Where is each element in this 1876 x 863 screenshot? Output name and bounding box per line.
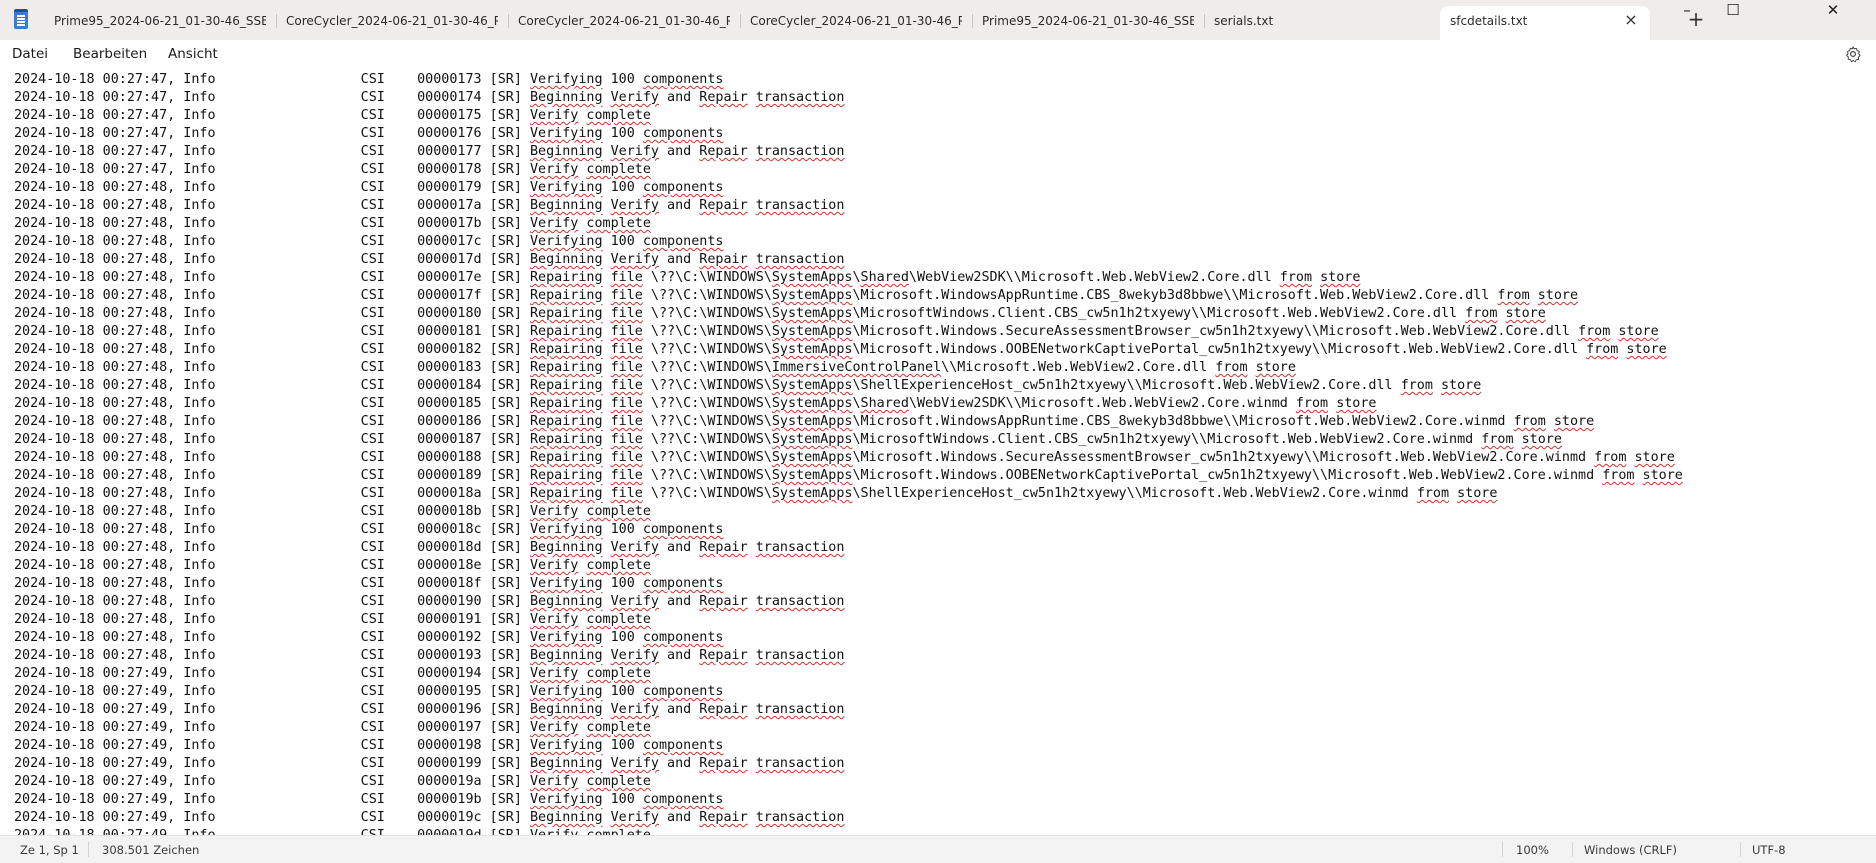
log-line: 2024-10-18 00:27:48, Info CSI 0000017d […: [14, 252, 845, 267]
log-line: 2024-10-18 00:27:47, Info CSI 00000175 […: [14, 108, 651, 123]
text-content[interactable]: 2024-10-18 00:27:47, Info CSI 00000173 […: [14, 71, 1683, 835]
log-line: 2024-10-18 00:27:48, Info CSI 00000193 […: [14, 648, 845, 663]
log-line: 2024-10-18 00:27:48, Info CSI 00000192 […: [14, 630, 724, 645]
log-line: 2024-10-18 00:27:48, Info CSI 00000184 […: [14, 378, 1482, 393]
menu-bar: Datei Bearbeiten Ansicht: [0, 40, 1876, 71]
log-line: 2024-10-18 00:27:48, Info CSI 00000189 […: [14, 468, 1683, 483]
log-line: 2024-10-18 00:27:48, Info CSI 0000018d […: [14, 540, 845, 555]
tab-label: sfcdetails.txt: [1450, 14, 1528, 28]
settings-gear-icon[interactable]: [1844, 45, 1862, 63]
tab-label: CoreCycler_2024-06-21_01-30-46_PRIME95: [518, 14, 730, 28]
log-line: 2024-10-18 00:27:49, Info CSI 0000019b […: [14, 792, 724, 807]
log-line: 2024-10-18 00:27:48, Info CSI 00000186 […: [14, 414, 1595, 429]
cursor-position[interactable]: Ze 1, Sp 1: [20, 843, 79, 857]
status-separator: [1740, 842, 1741, 857]
log-line: 2024-10-18 00:27:48, Info CSI 0000017b […: [14, 216, 651, 231]
log-line: 2024-10-18 00:27:48, Info CSI 0000017c […: [14, 234, 724, 249]
status-separator: [1572, 842, 1573, 857]
log-line: 2024-10-18 00:27:48, Info CSI 0000017e […: [14, 270, 1361, 285]
close-window-button[interactable]: ✕: [1790, 0, 1876, 34]
text-editor[interactable]: 2024-10-18 00:27:47, Info CSI 00000173 […: [0, 70, 1876, 835]
tab-label: serials.txt: [1214, 14, 1274, 28]
tab-label: Prime95_2024-06-21_01-30-46_SSE_HUGE: [982, 14, 1194, 28]
tab-corecycler-log-3[interactable]: CoreCycler_2024-06-21_01-30-46_PRIME95: [740, 0, 972, 40]
close-icon: ✕: [1826, 1, 1840, 19]
status-separator: [1502, 842, 1503, 857]
tab-label: Prime95_2024-06-21_01-30-46_SSE_HUGE: [54, 14, 266, 28]
log-line: 2024-10-18 00:27:48, Info CSI 00000183 […: [14, 360, 1296, 375]
log-line: 2024-10-18 00:27:48, Info CSI 0000018f […: [14, 576, 724, 591]
status-separator: [88, 842, 89, 857]
minimize-button[interactable]: –: [1664, 0, 1710, 34]
log-line: 2024-10-18 00:27:49, Info CSI 00000196 […: [14, 702, 845, 717]
log-line: 2024-10-18 00:27:48, Info CSI 00000182 […: [14, 342, 1667, 357]
log-line: 2024-10-18 00:27:48, Info CSI 00000187 […: [14, 432, 1562, 447]
log-line: 2024-10-18 00:27:48, Info CSI 00000181 […: [14, 324, 1659, 339]
tab-serials[interactable]: serials.txt: [1204, 0, 1436, 40]
maximize-icon: ☐: [1726, 1, 1740, 19]
log-line: 2024-10-18 00:27:48, Info CSI 00000188 […: [14, 450, 1675, 465]
log-line: 2024-10-18 00:27:48, Info CSI 00000179 […: [14, 180, 724, 195]
log-line: 2024-10-18 00:27:49, Info CSI 00000199 […: [14, 756, 845, 771]
title-bar: Prime95_2024-06-21_01-30-46_SSE_HUGE Cor…: [0, 0, 1876, 40]
log-line: 2024-10-18 00:27:48, Info CSI 00000185 […: [14, 396, 1377, 411]
log-line: 2024-10-18 00:27:47, Info CSI 00000178 […: [14, 162, 651, 177]
log-line: 2024-10-18 00:27:48, Info CSI 0000017a […: [14, 198, 845, 213]
log-line: 2024-10-18 00:27:47, Info CSI 00000176 […: [14, 126, 724, 141]
tab-strip: Prime95_2024-06-21_01-30-46_SSE_HUGE Cor…: [44, 0, 1436, 40]
maximize-button[interactable]: ☐: [1710, 0, 1756, 34]
tab-corecycler-log-1[interactable]: CoreCycler_2024-06-21_01-30-46_PRIME95: [276, 0, 508, 40]
log-line: 2024-10-18 00:27:48, Info CSI 0000017f […: [14, 288, 1579, 303]
tab-prime95-log-1[interactable]: Prime95_2024-06-21_01-30-46_SSE_HUGE: [44, 0, 276, 40]
minimize-icon: –: [1683, 1, 1691, 19]
close-tab-icon[interactable]: ×: [1622, 11, 1640, 29]
tab-sfcdetails-active[interactable]: sfcdetails.txt ×: [1440, 6, 1650, 40]
menu-edit[interactable]: Bearbeiten: [73, 46, 147, 62]
log-line: 2024-10-18 00:27:49, Info CSI 0000019c […: [14, 810, 845, 825]
line-ending[interactable]: Windows (CRLF): [1584, 843, 1677, 857]
log-line: 2024-10-18 00:27:47, Info CSI 00000173 […: [14, 72, 724, 87]
status-bar: Ze 1, Sp 1 308.501 Zeichen 100% Windows …: [0, 835, 1876, 863]
log-line: 2024-10-18 00:27:48, Info CSI 00000180 […: [14, 306, 1546, 321]
log-line: 2024-10-18 00:27:49, Info CSI 00000197 […: [14, 720, 651, 735]
log-line: 2024-10-18 00:27:47, Info CSI 00000174 […: [14, 90, 845, 105]
log-line: 2024-10-18 00:27:48, Info CSI 0000018b […: [14, 504, 651, 519]
log-line: 2024-10-18 00:27:48, Info CSI 00000190 […: [14, 594, 845, 609]
log-line: 2024-10-18 00:27:49, Info CSI 0000019a […: [14, 774, 651, 789]
log-line: 2024-10-18 00:27:48, Info CSI 0000018a […: [14, 486, 1498, 501]
tab-label: CoreCycler_2024-06-21_01-30-46_PRIME95: [750, 14, 962, 28]
tab-corecycler-log-2[interactable]: CoreCycler_2024-06-21_01-30-46_PRIME95: [508, 0, 740, 40]
log-line: 2024-10-18 00:27:48, Info CSI 0000018c […: [14, 522, 724, 537]
log-line: 2024-10-18 00:27:49, Info CSI 0000019d […: [14, 827, 1683, 835]
log-line: 2024-10-18 00:27:47, Info CSI 00000177 […: [14, 144, 845, 159]
notepad-app-icon: [14, 9, 28, 29]
log-line: 2024-10-18 00:27:48, Info CSI 00000191 […: [14, 612, 651, 627]
log-line: 2024-10-18 00:27:49, Info CSI 00000198 […: [14, 738, 724, 753]
tab-prime95-log-2[interactable]: Prime95_2024-06-21_01-30-46_SSE_HUGE: [972, 0, 1204, 40]
character-count: 308.501 Zeichen: [102, 843, 200, 857]
menu-file[interactable]: Datei: [12, 46, 48, 62]
menu-view[interactable]: Ansicht: [168, 46, 218, 62]
tab-label: CoreCycler_2024-06-21_01-30-46_PRIME95: [286, 14, 498, 28]
log-line: 2024-10-18 00:27:49, Info CSI 00000194 […: [14, 666, 651, 681]
log-line: 2024-10-18 00:27:49, Info CSI 00000195 […: [14, 684, 724, 699]
log-line: 2024-10-18 00:27:48, Info CSI 0000018e […: [14, 558, 651, 573]
encoding[interactable]: UTF-8: [1752, 843, 1786, 857]
zoom-level[interactable]: 100%: [1516, 843, 1549, 857]
